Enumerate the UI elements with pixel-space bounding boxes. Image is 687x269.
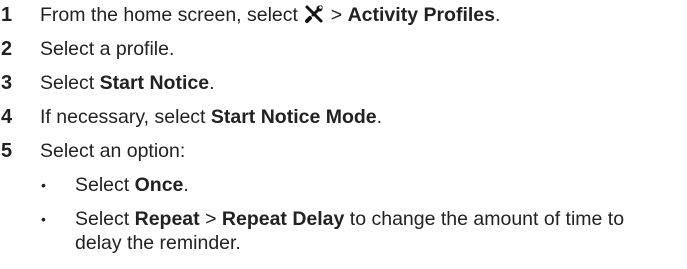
breadcrumb-separator: > [199, 208, 222, 230]
step-number: 1 [1, 4, 13, 26]
step-text-post: . [209, 72, 215, 94]
option-once: Once [134, 174, 184, 196]
step-text-pre: If necessary, select [40, 106, 211, 128]
breadcrumb-separator: > [325, 4, 348, 26]
step-number: 5 [1, 140, 13, 162]
option-text: Select Repeat > Repeat Delay to change t… [75, 207, 635, 255]
step-text: From the home screen, select > Activity … [40, 3, 687, 27]
option-text-post: . [183, 174, 189, 196]
bullet: • [41, 211, 46, 227]
step-text-pre: From the home screen, select [40, 4, 304, 26]
step-number: 4 [1, 106, 13, 128]
menu-start-notice: Start Notice [99, 72, 210, 94]
step-3: 3 Select Start Notice. [0, 71, 687, 105]
option-item-repeat: • Select Repeat > Repeat Delay to change… [0, 207, 687, 255]
step-number: 3 [1, 72, 13, 94]
step-text: Select an option: [40, 140, 186, 162]
option-list: • Select Once. • Select Repeat > Repeat … [0, 173, 687, 255]
option-repeat-delay: Repeat Delay [221, 208, 345, 230]
step-text-pre: Select [40, 72, 100, 94]
bullet: • [41, 177, 46, 193]
step-text-post: . [494, 4, 501, 26]
step-text: Select Start Notice. [40, 71, 687, 95]
option-text-pre: Select [75, 174, 135, 196]
step-1: 1 From the home screen, select > Activit… [0, 3, 687, 37]
option-text: Select Once. [75, 173, 635, 197]
step-2: 2 Select a profile. [0, 37, 687, 71]
menu-activity-profiles: Activity Profiles [347, 4, 495, 26]
step-text: If necessary, select Start Notice Mode. [40, 105, 687, 129]
step-number: 2 [1, 38, 13, 60]
menu-start-notice-mode: Start Notice Mode [210, 106, 377, 128]
wrench-screwdriver-icon [305, 5, 323, 23]
option-repeat: Repeat [134, 208, 200, 230]
option-text-pre: Select [75, 208, 135, 230]
step-5: 5 Select an option: [0, 139, 687, 173]
instruction-document: 1 From the home screen, select > Activit… [0, 0, 687, 269]
step-4: 4 If necessary, select Start Notice Mode… [0, 105, 687, 139]
step-text: Select a profile. [40, 38, 175, 60]
step-text-post: . [376, 106, 383, 128]
option-item-once: • Select Once. [0, 173, 687, 197]
